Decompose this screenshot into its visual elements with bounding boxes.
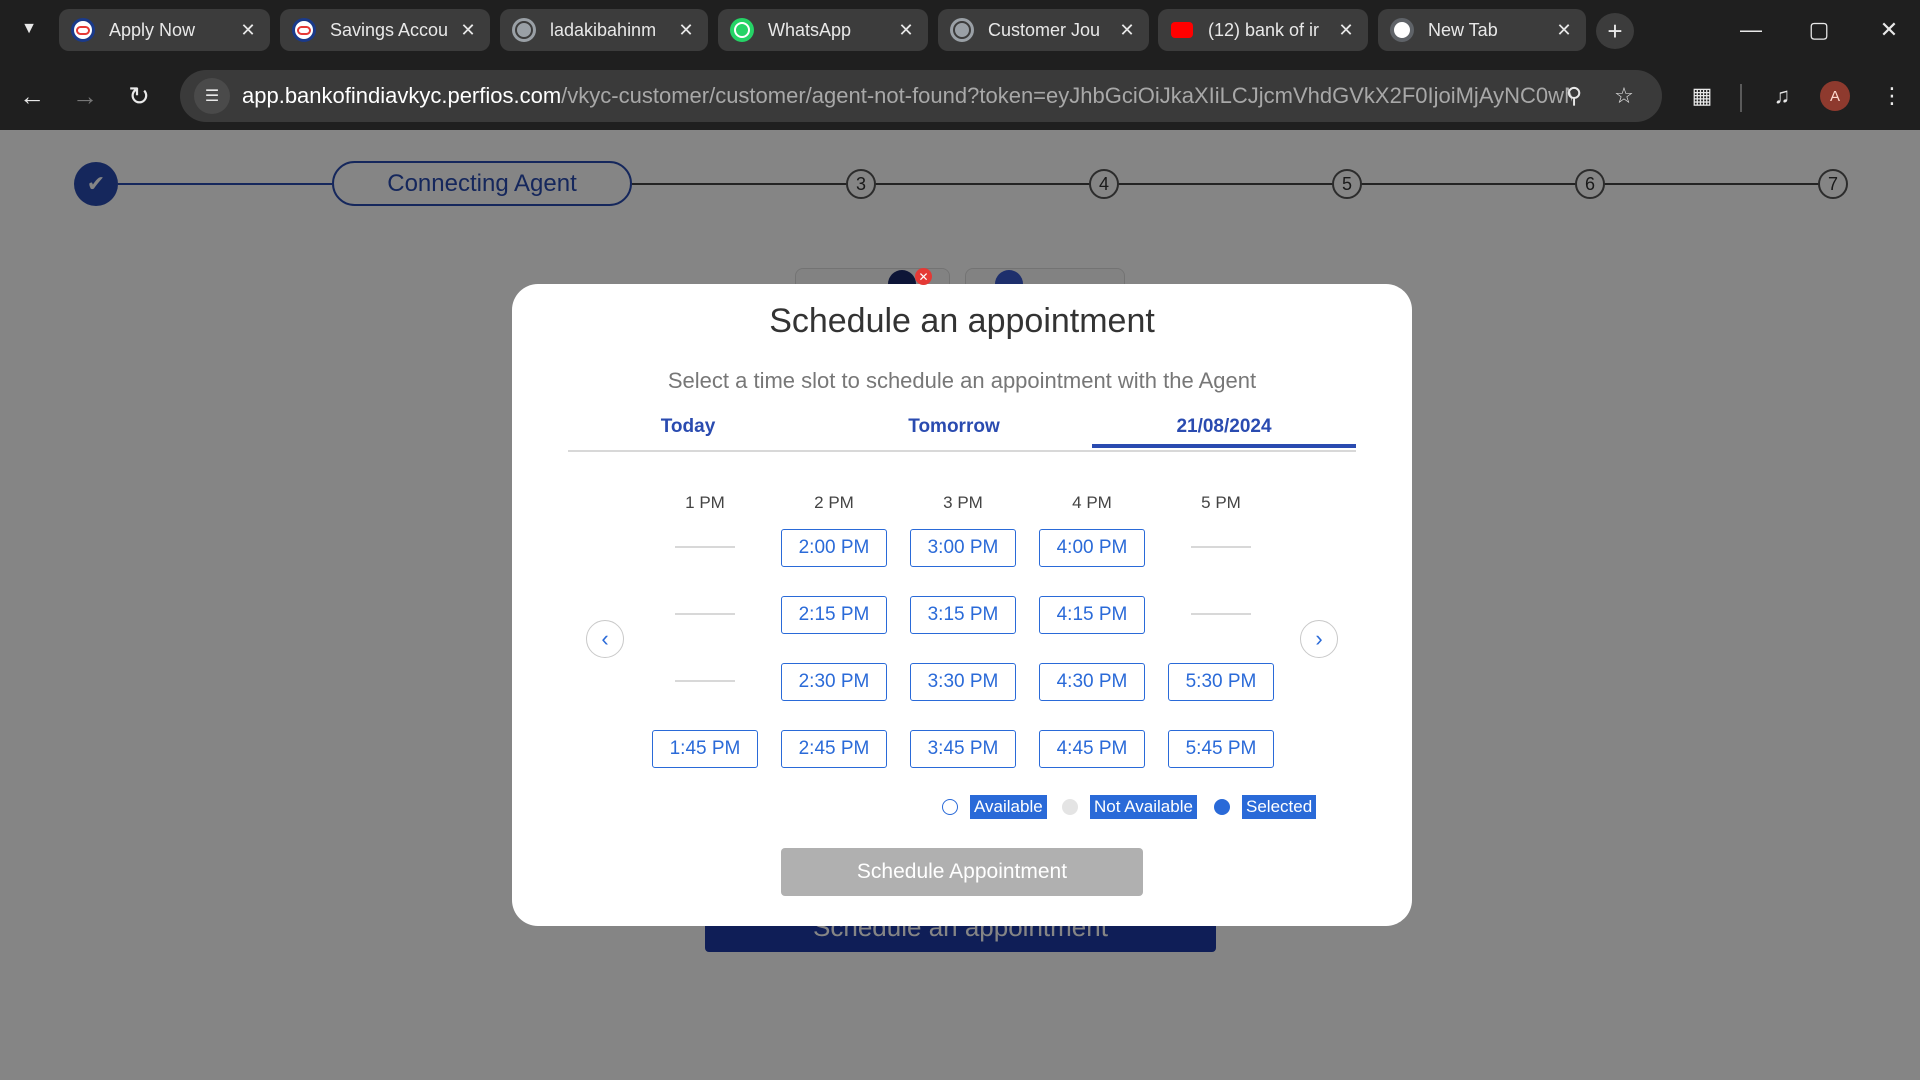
slot-unavailable bbox=[1191, 546, 1251, 548]
time-slot[interactable]: 2:30 PM bbox=[781, 663, 887, 701]
modal-subtitle: Select a time slot to schedule an appoin… bbox=[667, 368, 1257, 393]
legend-label: Not Available bbox=[1090, 795, 1197, 819]
time-slot[interactable]: 2:15 PM bbox=[781, 596, 887, 634]
browser-tab[interactable]: ladakibahinm ✕ bbox=[500, 9, 708, 51]
legend-label: Available bbox=[970, 795, 1047, 819]
schedule-appointment-modal: Schedule an appointment Select a time sl… bbox=[512, 284, 1412, 926]
agent-offline-badge-icon: ✕ bbox=[915, 268, 932, 285]
hour-label: 3 PM bbox=[943, 493, 983, 512]
minimize-icon[interactable]: — bbox=[1731, 12, 1771, 48]
extensions-puzzle-icon[interactable]: ▦ bbox=[1684, 78, 1720, 114]
tab-title: New Tab bbox=[1428, 19, 1498, 40]
close-tab-icon[interactable]: ✕ bbox=[1117, 20, 1137, 41]
tab-title: WhatsApp bbox=[768, 19, 852, 40]
profile-avatar[interactable]: A bbox=[1820, 81, 1850, 111]
globe-icon bbox=[512, 18, 536, 42]
close-tab-icon[interactable]: ✕ bbox=[676, 20, 696, 41]
reload-icon[interactable]: ↻ bbox=[119, 76, 159, 116]
time-slot[interactable]: 4:45 PM bbox=[1039, 730, 1145, 768]
bookmark-star-icon[interactable]: ☆ bbox=[1608, 80, 1640, 112]
location-pin-icon[interactable]: ⚲ bbox=[1558, 80, 1590, 112]
browser-tab[interactable]: (12) bank of ir ✕ bbox=[1158, 9, 1368, 51]
url-text[interactable]: app.bankofindiavkyc.perfios.com/vkyc-cus… bbox=[242, 83, 1572, 109]
browser-tab[interactable]: New Tab ✕ bbox=[1378, 9, 1586, 51]
tab-strip: ▼ Apply Now ✕ Savings Accou ✕ ladakibahi… bbox=[0, 0, 1920, 60]
time-slot[interactable]: 1:45 PM bbox=[652, 730, 758, 768]
bank-of-india-icon bbox=[71, 18, 95, 42]
browser-tab[interactable]: Apply Now ✕ bbox=[59, 9, 270, 51]
new-tab-plus-icon[interactable]: + bbox=[1596, 13, 1634, 49]
time-slot[interactable]: 3:00 PM bbox=[910, 529, 1016, 567]
close-tab-icon[interactable]: ✕ bbox=[1554, 20, 1574, 41]
tab-title: Apply Now bbox=[109, 19, 196, 40]
time-slot[interactable]: 3:45 PM bbox=[910, 730, 1016, 768]
slot-unavailable bbox=[675, 613, 735, 615]
site-info-icon[interactable]: ☰ bbox=[194, 78, 230, 114]
youtube-icon bbox=[1170, 18, 1194, 42]
tab-title: Savings Accou bbox=[330, 19, 449, 40]
slot-unavailable bbox=[675, 546, 735, 548]
tab-tomorrow[interactable]: Tomorrow bbox=[864, 416, 1044, 438]
schedule-appointment-button[interactable]: Schedule Appointment bbox=[781, 848, 1143, 896]
browser-tab-active[interactable]: Customer Jou ✕ bbox=[938, 9, 1149, 51]
browser-tab[interactable]: WhatsApp ✕ bbox=[718, 9, 928, 51]
legend-not-available: Not Available bbox=[1062, 794, 1197, 820]
day-tabs: Today Tomorrow 21/08/2024 bbox=[568, 416, 1356, 452]
slot-unavailable bbox=[675, 680, 735, 682]
time-slot[interactable]: 4:00 PM bbox=[1039, 529, 1145, 567]
time-slot[interactable]: 2:00 PM bbox=[781, 529, 887, 567]
url-path: /vkyc-customer/customer/agent-not-found?… bbox=[561, 83, 1572, 108]
time-slot[interactable]: 3:15 PM bbox=[910, 596, 1016, 634]
legend-available: Available bbox=[942, 794, 1047, 820]
close-tab-icon[interactable]: ✕ bbox=[458, 20, 478, 41]
next-chevron-icon[interactable]: › bbox=[1300, 620, 1338, 658]
selected-dot-icon bbox=[1214, 799, 1230, 815]
legend-label: Selected bbox=[1242, 795, 1317, 819]
more-menu-icon[interactable]: ⋮ bbox=[1874, 78, 1910, 114]
not-available-dot-icon bbox=[1062, 799, 1078, 815]
maximize-icon[interactable]: ▢ bbox=[1799, 12, 1839, 48]
hour-label: 5 PM bbox=[1201, 493, 1241, 512]
tab-search-chevron-icon[interactable]: ▼ bbox=[14, 14, 44, 44]
hour-label: 1 PM bbox=[685, 493, 725, 512]
browser-toolbar: ← → ↻ ☰ app.bankofindiavkyc.perfios.com/… bbox=[0, 60, 1920, 130]
time-slot[interactable]: 4:30 PM bbox=[1039, 663, 1145, 701]
hour-label: 4 PM bbox=[1072, 493, 1112, 512]
tab-title: Customer Jou bbox=[988, 19, 1101, 40]
available-dot-icon bbox=[942, 799, 958, 815]
tab-date[interactable]: 21/08/2024 bbox=[1092, 416, 1356, 448]
slot-unavailable bbox=[1191, 613, 1251, 615]
hour-label: 2 PM bbox=[814, 493, 854, 512]
bank-of-india-icon bbox=[292, 18, 316, 42]
tab-title: (12) bank of ir bbox=[1208, 19, 1320, 40]
time-slot[interactable]: 3:30 PM bbox=[910, 663, 1016, 701]
browser-tab[interactable]: Savings Accou ✕ bbox=[280, 9, 490, 51]
toolbar-divider bbox=[1740, 84, 1742, 112]
close-tab-icon[interactable]: ✕ bbox=[1336, 20, 1356, 41]
modal-title: Schedule an appointment bbox=[769, 302, 1155, 340]
tab-title: ladakibahinm bbox=[550, 19, 657, 40]
previous-chevron-icon[interactable]: ‹ bbox=[586, 620, 624, 658]
time-slot[interactable]: 2:45 PM bbox=[781, 730, 887, 768]
url-host: app.bankofindiavkyc.perfios.com bbox=[242, 83, 562, 108]
globe-icon bbox=[950, 18, 974, 42]
media-controls-icon[interactable]: ♫ bbox=[1764, 78, 1800, 114]
back-arrow-icon[interactable]: ← bbox=[12, 76, 52, 116]
time-slot[interactable]: 5:45 PM bbox=[1168, 730, 1274, 768]
close-tab-icon[interactable]: ✕ bbox=[896, 20, 916, 41]
time-slot[interactable]: 5:30 PM bbox=[1168, 663, 1274, 701]
legend-selected: Selected bbox=[1214, 794, 1317, 820]
time-slot[interactable]: 4:15 PM bbox=[1039, 596, 1145, 634]
close-tab-icon[interactable]: ✕ bbox=[238, 20, 258, 41]
forward-arrow-icon[interactable]: → bbox=[65, 76, 105, 116]
address-bar[interactable]: ☰ app.bankofindiavkyc.perfios.com/vkyc-c… bbox=[180, 70, 1662, 122]
close-window-icon[interactable]: ✕ bbox=[1869, 12, 1909, 48]
whatsapp-icon bbox=[730, 18, 754, 42]
chrome-icon bbox=[1390, 18, 1414, 42]
tab-today[interactable]: Today bbox=[628, 416, 748, 438]
